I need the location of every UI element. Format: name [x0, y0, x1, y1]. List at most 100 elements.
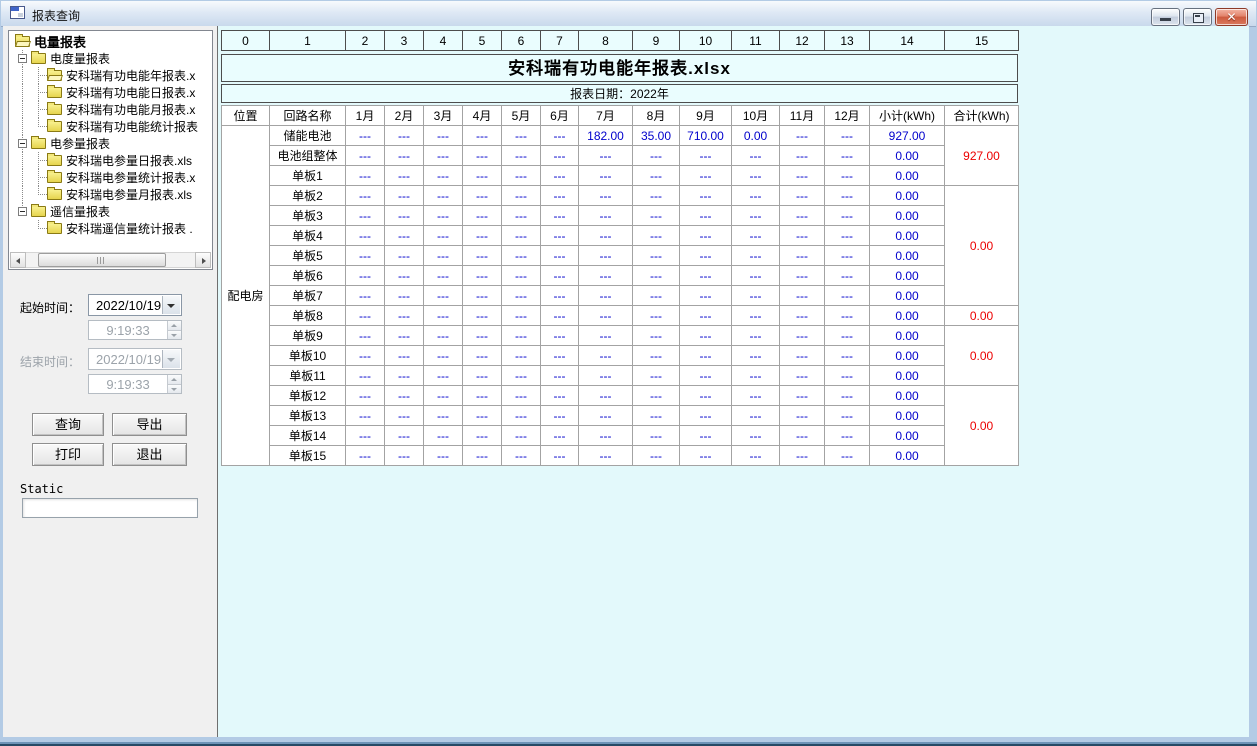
start-date-combobox[interactable]: 2022/10/19	[88, 294, 182, 316]
tree-item[interactable]: 电度量报表	[9, 50, 212, 67]
report-header-cell: 小计(kWh)	[870, 106, 945, 126]
total-cell: 0.00	[945, 186, 1019, 306]
collapse-expander-icon[interactable]	[18, 139, 27, 148]
month-value-cell: ---	[825, 246, 870, 266]
month-value-cell: ---	[463, 426, 502, 446]
month-value-cell: ---	[346, 166, 385, 186]
query-button[interactable]: 查询	[32, 413, 104, 436]
export-button[interactable]: 导出	[112, 413, 187, 436]
month-value-cell: ---	[579, 426, 633, 446]
table-row: 单板8------------------------------------0…	[222, 306, 1019, 326]
month-value-cell: ---	[541, 186, 579, 206]
month-value-cell: ---	[385, 406, 424, 426]
tree-item[interactable]: 安科瑞有功电能年报表.x	[9, 67, 212, 84]
end-date-combobox[interactable]: 2022/10/19	[88, 348, 182, 370]
month-value-cell: ---	[541, 306, 579, 326]
month-value-cell: ---	[732, 246, 780, 266]
collapse-expander-icon[interactable]	[18, 54, 27, 63]
subtotal-cell: 0.00	[870, 386, 945, 406]
tree-item[interactable]: 安科瑞有功电能统计报表	[9, 118, 212, 135]
tree-item[interactable]: 电量报表	[9, 33, 212, 50]
spin-down-icon[interactable]	[168, 385, 181, 394]
month-value-cell: ---	[346, 246, 385, 266]
exit-button[interactable]: 退出	[112, 443, 187, 466]
month-value-cell: ---	[385, 326, 424, 346]
report-header-cell: 9月	[680, 106, 732, 126]
month-value-cell: ---	[385, 126, 424, 146]
month-value-cell: ---	[780, 146, 825, 166]
month-value-cell: ---	[680, 246, 732, 266]
tree-item-label: 电度量报表	[50, 50, 110, 67]
tree-item[interactable]: 安科瑞有功电能日报表.x	[9, 84, 212, 101]
report-table[interactable]: 位置回路名称1月2月3月4月5月6月7月8月9月10月11月12月小计(kWh)…	[221, 105, 1019, 466]
month-value-cell: ---	[385, 306, 424, 326]
tree-item[interactable]: 电参量报表	[9, 135, 212, 152]
report-tree[interactable]: 电量报表电度量报表安科瑞有功电能年报表.x安科瑞有功电能日报表.x安科瑞有功电能…	[8, 30, 213, 270]
month-value-cell: ---	[346, 406, 385, 426]
table-row: 单板13------------------------------------…	[222, 406, 1019, 426]
tree-guide	[31, 101, 47, 118]
folder-icon	[47, 87, 62, 98]
main-area: 0123456789101112131415 安科瑞有功电能年报表.xlsx 报…	[218, 26, 1249, 737]
start-time-spinner[interactable]: 9:19:33	[88, 320, 182, 340]
month-value-cell: ---	[825, 446, 870, 466]
month-value-cell: ---	[825, 386, 870, 406]
month-value-cell: 0.00	[732, 126, 780, 146]
month-value-cell: ---	[825, 166, 870, 186]
spin-up-icon[interactable]	[168, 321, 181, 331]
start-time-label: 起始时间：	[20, 299, 80, 316]
minimize-button[interactable]	[1151, 8, 1180, 26]
tree-item[interactable]: 安科瑞有功电能月报表.x	[9, 101, 212, 118]
start-date-dropdown-icon[interactable]	[162, 296, 180, 314]
maximize-button[interactable]	[1183, 8, 1212, 26]
print-button[interactable]: 打印	[32, 443, 104, 466]
tree-item[interactable]: 安科瑞电参量日报表.xls	[9, 152, 212, 169]
month-value-cell: ---	[732, 266, 780, 286]
end-date-dropdown-icon[interactable]	[162, 350, 180, 368]
report-header-cell: 4月	[463, 106, 502, 126]
report-header-cell: 10月	[732, 106, 780, 126]
tree-item[interactable]: 遥信量报表	[9, 203, 212, 220]
month-value-cell: ---	[633, 246, 680, 266]
circuit-name-cell: 储能电池	[270, 126, 346, 146]
month-value-cell: ---	[424, 146, 463, 166]
month-value-cell: ---	[633, 406, 680, 426]
collapse-expander-icon[interactable]	[18, 207, 27, 216]
scroll-left-arrow-icon[interactable]	[10, 252, 26, 268]
month-value-cell: ---	[463, 286, 502, 306]
spin-down-icon[interactable]	[168, 331, 181, 340]
tree-item[interactable]: 安科瑞电参量月报表.xls	[9, 186, 212, 203]
month-value-cell: ---	[541, 266, 579, 286]
month-value-cell: ---	[825, 326, 870, 346]
month-value-cell: ---	[579, 326, 633, 346]
month-value-cell: ---	[780, 206, 825, 226]
month-value-cell: ---	[732, 286, 780, 306]
close-button[interactable]: ✕	[1215, 8, 1248, 26]
tree-guide	[15, 135, 31, 152]
tree-horizontal-scrollbar[interactable]	[10, 252, 211, 268]
end-time-spinner[interactable]: 9:19:33	[88, 374, 182, 394]
folder-icon	[31, 206, 46, 217]
month-value-cell: ---	[463, 206, 502, 226]
folder-icon	[31, 138, 46, 149]
folder-open-icon	[15, 36, 30, 47]
report-area[interactable]: 0123456789101112131415 安科瑞有功电能年报表.xlsx 报…	[221, 30, 1018, 466]
month-value-cell: ---	[680, 306, 732, 326]
month-value-cell: ---	[541, 286, 579, 306]
start-time-value: 9:19:33	[89, 323, 167, 338]
static-input[interactable]	[22, 498, 198, 518]
tree-item[interactable]: 安科瑞遥信量统计报表 .	[9, 220, 212, 237]
spin-up-icon[interactable]	[168, 375, 181, 385]
scrollbar-thumb[interactable]	[38, 253, 166, 267]
month-value-cell: ---	[541, 446, 579, 466]
circuit-name-cell: 单板3	[270, 206, 346, 226]
month-value-cell: 35.00	[633, 126, 680, 146]
scroll-right-arrow-icon[interactable]	[195, 252, 211, 268]
month-value-cell: ---	[825, 186, 870, 206]
tree-item[interactable]: 安科瑞电参量统计报表.x	[9, 169, 212, 186]
circuit-name-cell: 单板8	[270, 306, 346, 326]
month-value-cell: ---	[385, 166, 424, 186]
month-value-cell: ---	[732, 146, 780, 166]
scrollbar-track[interactable]	[26, 252, 195, 268]
table-row: 单板11------------------------------------…	[222, 366, 1019, 386]
